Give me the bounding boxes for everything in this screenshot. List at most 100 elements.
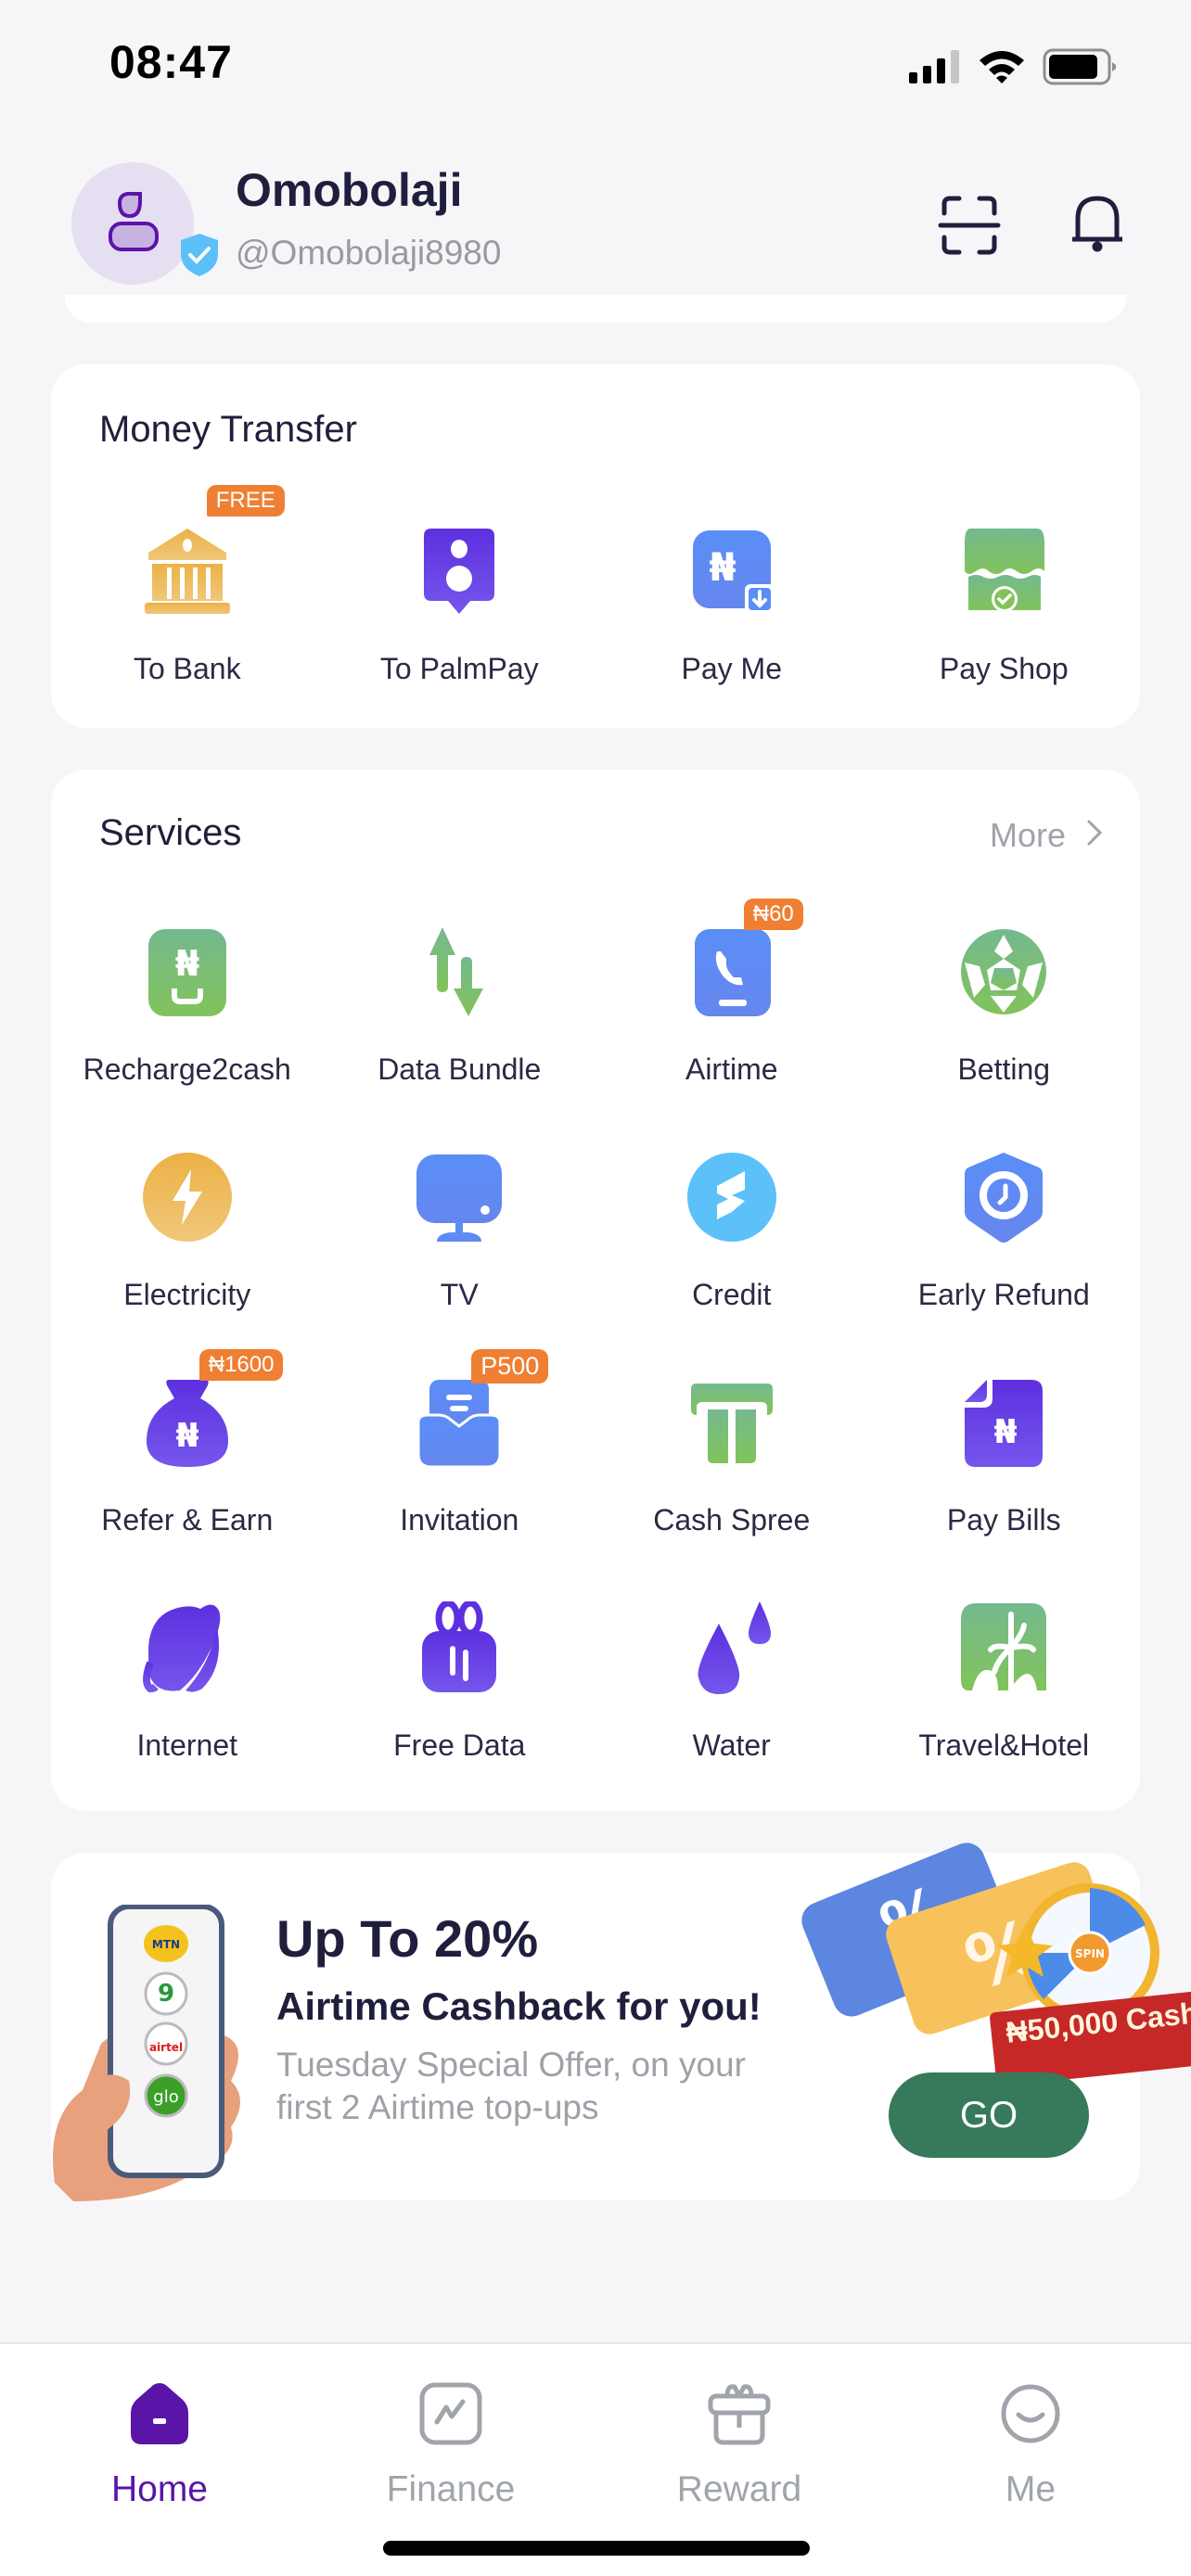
service-label: Early Refund [917, 1278, 1090, 1311]
wifi-icon [978, 49, 1026, 89]
nav-home[interactable]: Home [76, 2381, 243, 2510]
invitation-badge: P500 [471, 1349, 549, 1384]
svg-text:₦: ₦ [994, 1413, 1018, 1451]
palm-tree-icon [957, 1601, 1050, 1699]
service-cash-spree[interactable]: Cash Spree [596, 1373, 868, 1599]
user-icon [103, 191, 162, 256]
service-water[interactable]: Water [596, 1599, 868, 1824]
money-transfer-grid: FREE To Bank To PalmPay ₦ Pay Me Pay Sho… [51, 485, 1141, 747]
service-label: Cash Spree [653, 1503, 811, 1537]
gift-icon [707, 2381, 772, 2451]
scan-icon [937, 196, 1002, 261]
services-more-link[interactable]: More [990, 816, 1103, 855]
service-internet[interactable]: Internet [51, 1599, 324, 1824]
go-button[interactable]: GO [889, 2072, 1089, 2158]
promo-banner[interactable]: MTN 9 airtel glo Up To 20% Airtime Cashb… [51, 1843, 1191, 2201]
service-recharge2cash[interactable]: ₦ Recharge2cash [51, 923, 324, 1148]
money-transfer-pay-me[interactable]: ₦ Pay Me [596, 522, 868, 747]
lightning-icon [141, 1151, 234, 1248]
service-travel-hotel[interactable]: Travel&Hotel [868, 1599, 1141, 1824]
avatar[interactable] [71, 162, 194, 285]
money-transfer-label: Pay Me [681, 652, 782, 685]
carrier-glo: glo [153, 2087, 178, 2107]
money-transfer-to-palmpay[interactable]: To PalmPay [324, 522, 596, 747]
services-title: Services [99, 812, 242, 853]
status-icons [909, 48, 1117, 90]
nav-label: Me [1005, 2469, 1057, 2509]
cellular-signal-icon [909, 50, 961, 88]
clock-shield-icon [957, 1151, 1050, 1248]
money-transfer-label: To Bank [133, 652, 241, 685]
service-tv[interactable]: TV [324, 1148, 596, 1373]
money-transfer-to-bank[interactable]: FREE To Bank [51, 485, 324, 747]
pay-me-icon: ₦ [685, 525, 778, 622]
promo-description: Tuesday Special Offer, on your first 2 A… [276, 2046, 746, 2126]
service-refer-earn[interactable]: ₦ ₦1600 Refer & Earn [51, 1349, 324, 1599]
money-transfer-label: Pay Shop [939, 652, 1069, 685]
chevron-right-icon [1086, 816, 1103, 855]
data-arrows-icon [413, 925, 506, 1023]
service-label: Data Bundle [378, 1052, 542, 1086]
services-grid: ₦ Recharge2cash Data Bundle ₦60 Airtime … [51, 899, 1141, 1824]
carrier-airtel: airtel [149, 2041, 183, 2054]
svg-text:9: 9 [158, 1980, 174, 2008]
more-label: More [989, 816, 1066, 854]
service-credit[interactable]: Credit [596, 1148, 868, 1373]
service-label: TV [440, 1278, 479, 1311]
battery-icon [1043, 48, 1117, 90]
service-label: Betting [957, 1052, 1051, 1086]
service-label: Refer & Earn [101, 1503, 274, 1537]
service-label: Travel&Hotel [918, 1728, 1090, 1762]
service-invitation[interactable]: P500 Invitation [324, 1349, 596, 1599]
service-label: Internet [136, 1728, 237, 1762]
service-data-bundle[interactable]: Data Bundle [324, 923, 596, 1148]
gift-data-icon [413, 1600, 506, 1699]
profile-header: Omobolaji @Omobolaji8980 [0, 148, 1191, 315]
status-bar: 08:47 [0, 0, 1191, 130]
services-card: Services More ₦ Recharge2cash Data Bundl… [51, 770, 1140, 1811]
tv-icon [413, 1151, 506, 1248]
service-electricity[interactable]: Electricity [51, 1148, 324, 1373]
invitation-icon [413, 1376, 506, 1473]
promo-subtitle: Airtime Cashback for you! [276, 1984, 762, 2028]
service-pay-bills[interactable]: ₦ Pay Bills [868, 1373, 1141, 1599]
bill-icon: ₦ [957, 1376, 1050, 1473]
service-early-refund[interactable]: Early Refund [868, 1148, 1141, 1373]
service-label: Water [692, 1728, 771, 1762]
verified-shield-icon [178, 232, 221, 283]
planet-icon [141, 1601, 234, 1699]
svg-text:₦: ₦ [175, 943, 199, 984]
service-label: Credit [692, 1278, 772, 1311]
nav-me[interactable]: Me [947, 2381, 1114, 2510]
money-transfer-pay-shop[interactable]: Pay Shop [868, 522, 1141, 747]
service-label: Electricity [123, 1278, 251, 1311]
service-label: Invitation [400, 1503, 519, 1537]
money-transfer-title: Money Transfer [99, 409, 357, 450]
money-bag-icon: ₦ [141, 1376, 234, 1473]
water-drop-icon [685, 1600, 778, 1699]
service-free-data[interactable]: Free Data [324, 1599, 596, 1824]
airtime-badge: ₦60 [743, 899, 803, 930]
atm-icon [685, 1376, 778, 1473]
finance-chart-icon [418, 2381, 483, 2451]
soccer-ball-icon [957, 925, 1050, 1023]
nav-reward[interactable]: Reward [656, 2381, 823, 2510]
nav-finance[interactable]: Finance [367, 2381, 534, 2510]
money-transfer-label: To PalmPay [379, 652, 539, 685]
svg-text:SPIN: SPIN [1075, 1947, 1105, 1960]
home-indicator [383, 2541, 810, 2556]
nav-label: Home [110, 2469, 209, 2509]
notifications-button[interactable] [1065, 191, 1130, 256]
status-time: 08:47 [109, 36, 233, 88]
service-airtime[interactable]: ₦60 Airtime [596, 899, 868, 1148]
user-name: Omobolaji [236, 164, 463, 216]
scan-button[interactable] [937, 193, 1002, 258]
carrier-mtn: MTN [152, 1938, 180, 1951]
promo-title: Up To 20% [276, 1909, 539, 1968]
service-betting[interactable]: Betting [868, 923, 1141, 1148]
refer-earn-badge: ₦1600 [198, 1349, 284, 1381]
user-handle: @Omobolaji8980 [236, 234, 502, 272]
smile-icon [998, 2381, 1063, 2451]
home-icon [129, 2381, 190, 2451]
phone-hand-illustration: MTN 9 airtel glo [45, 1904, 250, 2201]
